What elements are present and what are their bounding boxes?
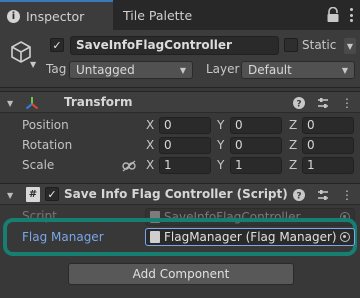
scale-label: Scale <box>22 158 55 172</box>
layer-dropdown[interactable]: Default ▼ <box>241 61 355 79</box>
transform-row-scale: Scale X 1 Y 1 Z 1 <box>0 156 360 176</box>
foldout-arrow-icon[interactable]: ▼ <box>7 191 13 200</box>
icon-dropdown-caret[interactable]: ▼ <box>30 60 36 69</box>
flag-manager-value: FlagManager (Flag Manager) <box>164 230 337 244</box>
help-icon[interactable]: ? <box>292 96 306 110</box>
tab-bar: i Inspector Tile Palette <box>0 0 360 30</box>
rotation-y-field[interactable]: 0 <box>230 137 282 154</box>
kebab-menu-icon[interactable] <box>350 8 354 22</box>
gameobject-header: ▼ ✓ SaveInfoFlagController Static ▼ Tag … <box>0 30 360 88</box>
position-z-field[interactable]: 0 <box>302 117 354 134</box>
kebab-menu-icon[interactable]: ⋮ <box>340 96 354 110</box>
tab-inspector-label: Inspector <box>26 8 85 24</box>
constrain-proportions-icon[interactable] <box>122 160 136 172</box>
axis-x-label[interactable]: X <box>146 138 154 152</box>
static-dropdown-caret[interactable]: ▼ <box>344 38 356 54</box>
scale-x-field[interactable]: 1 <box>159 157 211 174</box>
lock-icon[interactable] <box>326 7 340 23</box>
rotation-label: Rotation <box>22 138 73 152</box>
gameobject-active-checkbox[interactable]: ✓ <box>50 38 64 52</box>
tab-tile-palette-label: Tile Palette <box>123 7 193 23</box>
add-component-button[interactable]: Add Component <box>68 263 294 285</box>
position-y-field[interactable]: 0 <box>230 117 282 134</box>
transform-row-position: Position X 0 Y 0 Z 0 <box>0 116 360 136</box>
help-icon[interactable]: ? <box>292 188 306 202</box>
axis-y-label[interactable]: Y <box>217 158 224 172</box>
flag-manager-row: Flag Manager FlagManager (Flag Manager) <box>0 228 360 248</box>
chevron-down-icon: ▼ <box>341 65 348 75</box>
tag-value: Untagged <box>76 63 135 77</box>
position-x-field[interactable]: 0 <box>159 117 211 134</box>
axis-x-label[interactable]: X <box>146 158 154 172</box>
scale-z-field[interactable]: 1 <box>302 157 354 174</box>
transform-title: Transform <box>64 95 133 109</box>
flag-manager-field[interactable]: FlagManager (Flag Manager) <box>145 228 355 246</box>
transform-header[interactable]: ▼ Transform ? ⋮ <box>0 91 360 113</box>
axis-y-label[interactable]: Y <box>217 118 224 132</box>
static-checkbox[interactable] <box>284 38 298 52</box>
rotation-x-field[interactable]: 0 <box>159 137 211 154</box>
axis-z-label[interactable]: Z <box>289 158 297 172</box>
layer-label: Layer <box>206 62 240 76</box>
info-icon: i <box>7 9 20 23</box>
component-file-icon <box>150 231 160 243</box>
script-enabled-checkbox[interactable]: ✓ <box>45 187 59 201</box>
axis-x-label[interactable]: X <box>146 118 154 132</box>
scale-y-field[interactable]: 1 <box>230 157 282 174</box>
svg-text:?: ? <box>296 192 301 202</box>
tag-dropdown[interactable]: Untagged ▼ <box>69 61 193 79</box>
script-component-header[interactable]: ▼ # ✓ Save Info Flag Controller (Script)… <box>0 183 360 205</box>
position-label: Position <box>22 118 69 132</box>
transform-axes-icon <box>25 97 39 110</box>
rotation-z-field[interactable]: 0 <box>302 137 354 154</box>
tab-tile-palette[interactable]: Tile Palette <box>123 0 192 30</box>
kebab-menu-icon[interactable]: ⋮ <box>340 188 354 202</box>
script-component-title: Save Info Flag Controller (Script) <box>64 187 288 201</box>
flag-manager-label: Flag Manager <box>22 230 104 244</box>
foldout-arrow-icon[interactable]: ▼ <box>7 99 13 108</box>
axis-z-label[interactable]: Z <box>289 138 297 152</box>
gameobject-name-field[interactable]: SaveInfoFlagController <box>70 36 279 55</box>
transform-row-rotation: Rotation X 0 Y 0 Z 0 <box>0 136 360 156</box>
tag-label: Tag <box>46 62 67 76</box>
object-picker-icon[interactable] <box>340 232 350 242</box>
svg-text:?: ? <box>296 100 301 110</box>
static-label: Static <box>302 38 337 52</box>
csharp-script-icon: # <box>26 187 40 202</box>
presets-icon[interactable] <box>316 188 330 202</box>
tab-inspector[interactable]: i Inspector <box>0 0 113 30</box>
presets-icon[interactable] <box>316 96 330 110</box>
chevron-down-icon: ▼ <box>179 65 186 75</box>
axis-y-label[interactable]: Y <box>217 138 224 152</box>
layer-value: Default <box>248 63 292 77</box>
axis-z-label[interactable]: Z <box>289 118 297 132</box>
